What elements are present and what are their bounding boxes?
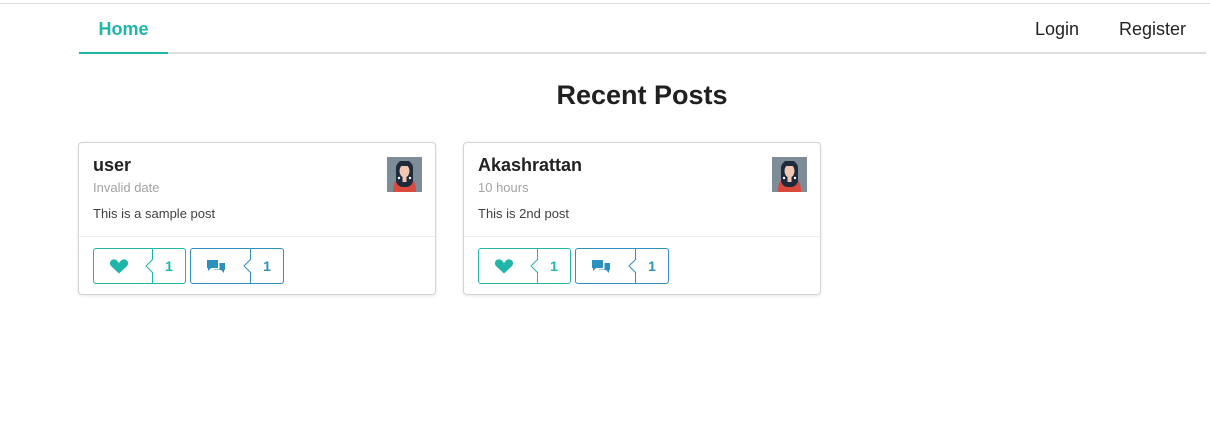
nav-login-link[interactable]: Login: [1035, 4, 1079, 52]
comment-count: 1: [263, 258, 271, 274]
post-content: user Invalid date This is a sample post: [79, 143, 435, 237]
like-count: 1: [165, 258, 173, 274]
post-card: Akashrattan 10 hours This is 2nd post 1: [463, 142, 821, 295]
post-content: Akashrattan 10 hours This is 2nd post: [464, 143, 820, 237]
comment-count: 1: [648, 258, 656, 274]
comment-button[interactable]: 1: [190, 248, 284, 284]
author-avatar: [772, 157, 807, 192]
post-author[interactable]: Akashrattan: [478, 155, 582, 176]
post-body: This is 2nd post: [478, 206, 570, 221]
post-time: Invalid date: [93, 180, 160, 195]
top-navbar: Home Login Register: [79, 4, 1206, 54]
post-time: 10 hours: [478, 180, 529, 195]
page-title: Recent Posts: [556, 80, 728, 110]
nav-home-link[interactable]: Home: [79, 4, 168, 54]
heart-icon: [109, 259, 129, 274]
post-card: user Invalid date This is a sample post …: [78, 142, 436, 295]
like-count: 1: [550, 258, 558, 274]
post-body: This is a sample post: [93, 206, 216, 221]
comments-icon: [592, 260, 610, 273]
like-button[interactable]: 1: [93, 248, 186, 284]
comments-icon: [207, 260, 225, 273]
post-author[interactable]: user: [93, 155, 131, 176]
comment-button[interactable]: 1: [575, 248, 669, 284]
heart-icon: [494, 259, 514, 274]
author-avatar: [387, 157, 422, 192]
nav-register-link[interactable]: Register: [1119, 4, 1186, 52]
like-button[interactable]: 1: [478, 248, 571, 284]
